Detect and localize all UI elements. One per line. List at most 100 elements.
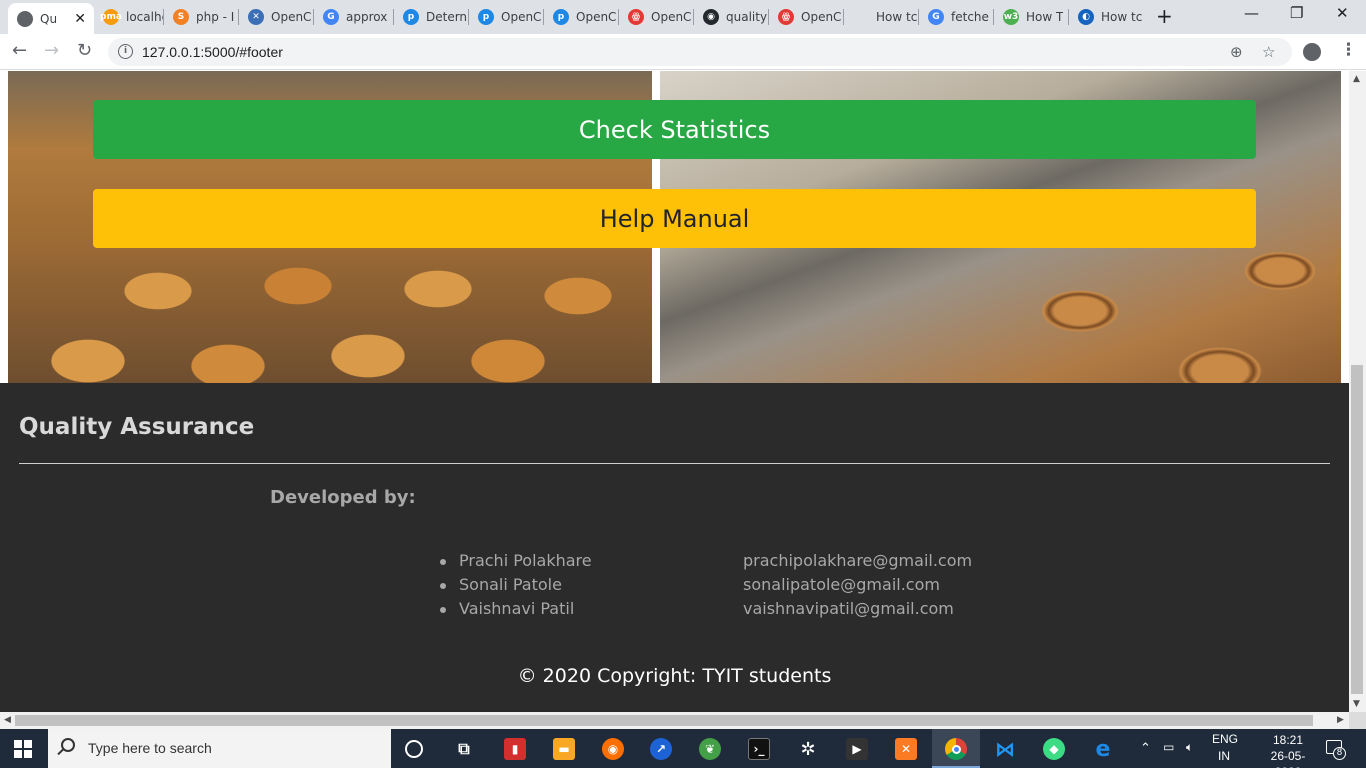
firefox-icon[interactable]: ◉ bbox=[602, 738, 624, 760]
browser-tab-title: Detern bbox=[426, 10, 468, 24]
back-arrow-icon[interactable]: ← bbox=[12, 40, 27, 62]
browser-toolbar: ← → ↻ i 127.0.0.1:5000/#footer ⊕ ☆ bbox=[0, 34, 1366, 70]
task-view-icon[interactable]: ⧉ bbox=[453, 738, 475, 760]
reload-icon[interactable]: ↻ bbox=[77, 40, 92, 62]
scroll-up-arrow-icon[interactable]: ▲ bbox=[1353, 74, 1360, 84]
browser-tab-title: Qu bbox=[40, 11, 58, 26]
vertical-scroll-thumb[interactable] bbox=[1351, 365, 1363, 694]
horizontal-scrollbar[interactable]: ◀ ▶ bbox=[0, 712, 1349, 729]
reader-app-icon[interactable]: ▮ bbox=[504, 738, 526, 760]
windows-taskbar: Type here to search ⧉ ▮ ▬ ◉ ↗ ❦ ›_ ✲ ▶ ✕… bbox=[0, 729, 1366, 779]
profile-avatar-icon[interactable] bbox=[1303, 43, 1321, 61]
file-explorer-icon[interactable]: ▬ bbox=[553, 738, 575, 760]
search-icon bbox=[61, 738, 75, 752]
browser-tab[interactable]: ◐ How tc bbox=[1069, 5, 1149, 29]
browser-tab-title: How T bbox=[1026, 10, 1064, 24]
chrome-icon[interactable] bbox=[945, 738, 967, 760]
footer-title: Quality Assurance bbox=[19, 414, 255, 440]
browser-tab-title: OpenC bbox=[801, 10, 842, 24]
browser-tab-title: OpenC bbox=[651, 10, 692, 24]
list-bullet bbox=[440, 559, 446, 565]
bookmark-star-icon[interactable]: ☆ bbox=[1262, 43, 1275, 61]
system-clock[interactable]: 18:21 26-05-2020 bbox=[1258, 732, 1318, 780]
github-icon: ◉ bbox=[703, 9, 719, 25]
pyimagesearch-icon: p bbox=[478, 9, 494, 25]
opencv-icon: ꙮ bbox=[778, 9, 794, 25]
browser-tab[interactable]: How tc bbox=[844, 5, 919, 29]
browser-tab[interactable]: ✕ OpenC bbox=[239, 5, 314, 29]
scroll-right-arrow-icon[interactable]: ▶ bbox=[1337, 715, 1344, 725]
command-prompt-icon[interactable]: ›_ bbox=[748, 738, 770, 760]
developed-by-heading: Developed by: bbox=[270, 487, 416, 508]
edge-icon[interactable]: e bbox=[1092, 737, 1114, 762]
developer-email: sonalipatole@gmail.com bbox=[743, 575, 940, 594]
android-studio-icon[interactable]: ◆ bbox=[1043, 738, 1065, 760]
browser-tab-title: OpenC bbox=[271, 10, 312, 24]
new-tab-button[interactable]: + bbox=[1156, 6, 1173, 26]
taskbar-search-box[interactable]: Type here to search bbox=[48, 729, 391, 768]
taskbar-search-placeholder: Type here to search bbox=[88, 740, 212, 756]
opencv-docs-icon: ✕ bbox=[248, 9, 264, 25]
minimize-button[interactable]: — bbox=[1244, 4, 1259, 22]
network-tool-icon[interactable]: ✲ bbox=[797, 738, 819, 760]
list-bullet bbox=[440, 583, 446, 589]
notification-count-badge: 8 bbox=[1333, 747, 1346, 760]
browser-tab[interactable]: pma localhc bbox=[94, 5, 164, 29]
browser-tab[interactable]: Gfetche bbox=[919, 5, 994, 29]
address-url[interactable]: 127.0.0.1:5000/#footer bbox=[142, 44, 283, 60]
page-footer: Quality Assurance Developed by: Prachi P… bbox=[0, 383, 1349, 712]
safari-compass-icon[interactable]: ↗ bbox=[650, 738, 672, 760]
check-statistics-button[interactable]: Check Statistics bbox=[93, 100, 1256, 159]
list-bullet bbox=[440, 607, 446, 613]
browser-tab[interactable]: ꙮ OpenC bbox=[619, 5, 694, 29]
region-indicator[interactable]: IN bbox=[1218, 749, 1230, 763]
browser-tab[interactable]: p OpenC bbox=[544, 5, 619, 29]
show-hidden-icons-icon[interactable]: ⌃ bbox=[1140, 740, 1151, 756]
windows-start-icon[interactable] bbox=[14, 740, 32, 758]
google-icon: G bbox=[323, 9, 339, 25]
address-bar[interactable]: i 127.0.0.1:5000/#footer ⊕ ☆ bbox=[108, 38, 1292, 66]
browser-tab[interactable]: Sphp - I bbox=[164, 5, 239, 29]
browser-tab-title: How tc bbox=[876, 10, 918, 24]
globe-icon bbox=[17, 10, 33, 27]
browser-menu-icon[interactable]: ⋮ bbox=[1340, 40, 1357, 60]
browser-tab[interactable]: Gapprox bbox=[314, 5, 394, 29]
scroll-left-arrow-icon[interactable]: ◀ bbox=[4, 715, 11, 725]
maximize-button[interactable]: ❐ bbox=[1290, 4, 1303, 22]
zoom-icon[interactable]: ⊕ bbox=[1230, 43, 1243, 61]
forward-arrow-icon[interactable]: → bbox=[44, 40, 59, 62]
video-editor-icon[interactable]: ▶ bbox=[846, 738, 868, 760]
xampp-icon[interactable]: ✕ bbox=[895, 738, 917, 760]
battery-icon[interactable]: ▭ bbox=[1163, 740, 1174, 754]
close-tab-icon[interactable]: ✕ bbox=[74, 11, 86, 27]
vertical-scrollbar[interactable]: ▲ ▼ bbox=[1349, 71, 1366, 712]
scroll-down-arrow-icon[interactable]: ▼ bbox=[1353, 699, 1360, 709]
vscode-icon[interactable]: ⋈ bbox=[994, 737, 1016, 761]
horizontal-scroll-thumb[interactable] bbox=[15, 715, 1313, 726]
developer-email: prachipolakhare@gmail.com bbox=[743, 551, 973, 570]
browser-tab[interactable]: ◉ quality bbox=[694, 5, 769, 29]
pyimagesearch-icon: p bbox=[403, 9, 419, 25]
browser-tab-title: php - I bbox=[196, 10, 235, 24]
close-window-button[interactable]: ✕ bbox=[1336, 4, 1349, 22]
browser-tab[interactable]: Qu ✕ bbox=[8, 3, 94, 34]
stackoverflow-icon: S bbox=[173, 9, 189, 25]
help-manual-button[interactable]: Help Manual bbox=[93, 189, 1256, 248]
browser-tab-strip: Qu ✕ pma localhc Sphp - I ✕ OpenC Gapprox p Deter… bbox=[0, 0, 1366, 34]
browser-tab-title: quality bbox=[726, 10, 768, 24]
browser-tab[interactable]: p Detern bbox=[394, 5, 469, 29]
volume-icon[interactable]: 🔈︎ bbox=[1186, 740, 1193, 755]
phpmyadmin-icon: pma bbox=[100, 9, 122, 25]
developer-name: Prachi Polakhare bbox=[459, 551, 592, 570]
developer-name: Sonali Patole bbox=[459, 575, 562, 594]
browser-tab[interactable]: p OpenC bbox=[469, 5, 544, 29]
page-viewport: Check Statistics Help Manual Quality Ass… bbox=[0, 71, 1349, 712]
spring-tool-icon[interactable]: ❦ bbox=[699, 738, 721, 760]
browser-tab[interactable]: ꙮ OpenC bbox=[769, 5, 844, 29]
browser-tab-title: OpenC bbox=[576, 10, 617, 24]
cortana-icon[interactable] bbox=[405, 740, 423, 758]
language-indicator[interactable]: ENG bbox=[1212, 732, 1238, 746]
browser-tab-title: localhc bbox=[126, 10, 164, 24]
browser-tab[interactable]: w3 How T bbox=[994, 5, 1069, 29]
site-info-icon[interactable]: i bbox=[118, 44, 133, 59]
